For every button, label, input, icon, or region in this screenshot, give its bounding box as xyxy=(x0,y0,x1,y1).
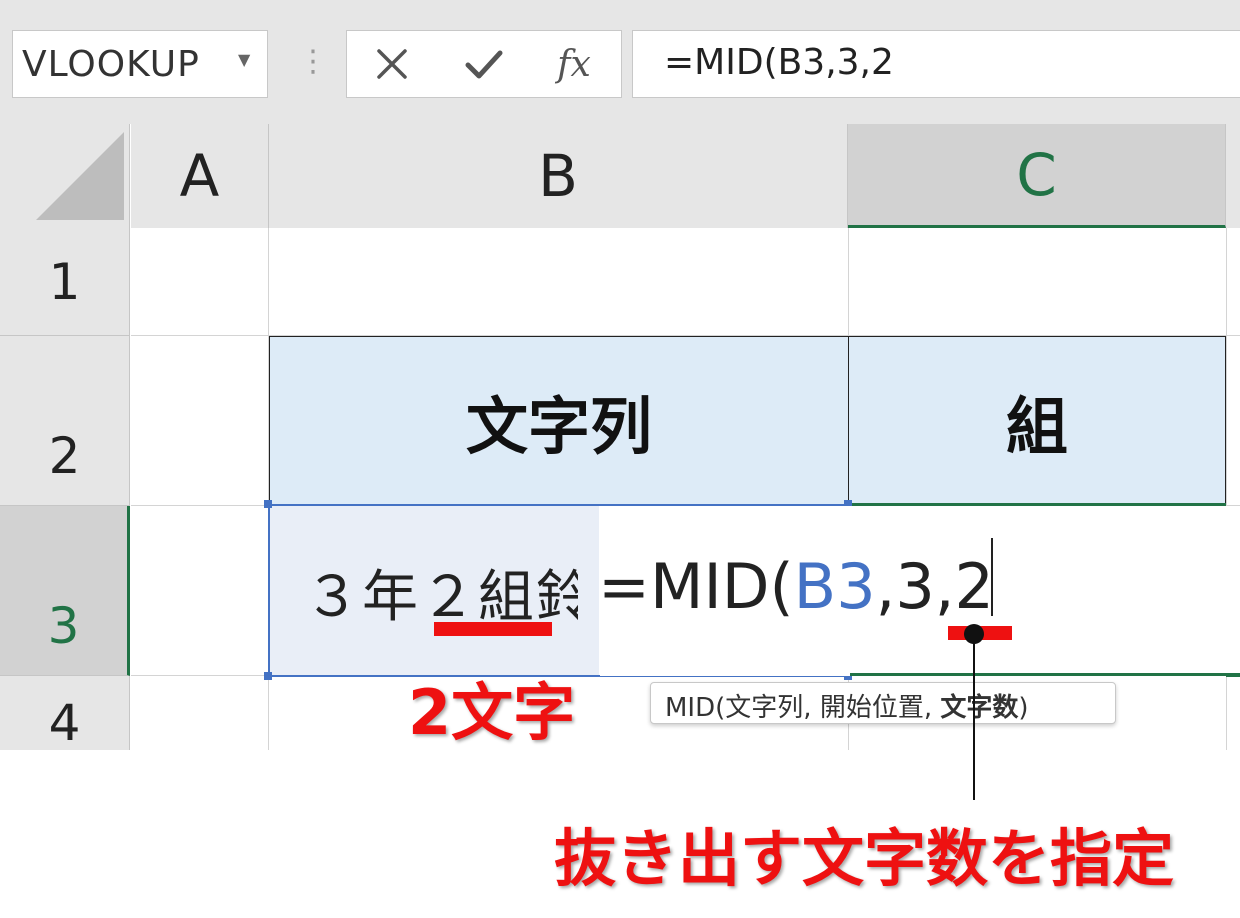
tooltip-func: MID( xyxy=(665,693,726,723)
column-header-c[interactable]: C xyxy=(848,124,1226,228)
row-header-1[interactable]: 1 xyxy=(0,228,130,336)
function-tooltip: MID(文字列, 開始位置, 文字数) xyxy=(650,682,1116,724)
cell-c2[interactable]: 組 xyxy=(848,336,1226,505)
fx-icon: fx xyxy=(557,43,591,85)
grip-icon: ⋮ xyxy=(298,44,328,79)
edit-func: =MID( xyxy=(598,550,794,623)
cell-b3-overflow: 鈴 xyxy=(536,565,578,630)
tooltip-arg3[interactable]: 文字数 xyxy=(940,693,1018,723)
chevron-down-icon[interactable]: ▼ xyxy=(238,50,250,69)
formula-text: =MID(B3,3,2 xyxy=(664,42,894,83)
column-header-b[interactable]: B xyxy=(269,124,848,228)
select-all-triangle-icon xyxy=(36,132,124,220)
range-handle[interactable] xyxy=(264,500,272,508)
close-icon xyxy=(377,49,407,79)
cancel-button[interactable] xyxy=(364,38,420,90)
tooltip-arg1[interactable]: 文字列 xyxy=(725,693,803,723)
edit-ref: B3 xyxy=(793,550,876,623)
column-header-next xyxy=(1226,124,1240,228)
annotation-callout: 抜き出す文字数を指定 xyxy=(554,822,1175,895)
tooltip-sep: , xyxy=(803,693,820,723)
row-header-3[interactable]: 3 xyxy=(0,506,130,676)
annotation-two-chars: 2文字 xyxy=(408,676,576,749)
enter-button[interactable] xyxy=(456,38,512,90)
insert-function-button[interactable]: fx xyxy=(546,38,602,90)
name-box-value: VLOOKUP xyxy=(22,44,200,85)
tooltip-sep: , xyxy=(923,693,941,723)
underline-marker xyxy=(434,622,552,636)
select-all-corner[interactable] xyxy=(0,124,130,228)
edit-args: ,3,2 xyxy=(875,550,994,623)
cell-b3-value: ３年２組鈴 xyxy=(304,552,578,633)
range-handle[interactable] xyxy=(264,672,272,680)
edit-formula: =MID(B3,3,2 xyxy=(598,550,994,623)
check-icon xyxy=(465,50,503,79)
callout-line xyxy=(973,640,975,800)
cell-b2[interactable]: 文字列 xyxy=(269,336,848,505)
column-header-a[interactable]: A xyxy=(131,124,269,228)
row-header-2[interactable]: 2 xyxy=(0,336,130,506)
row-header-4[interactable]: 4 xyxy=(0,676,130,752)
tooltip-close: ) xyxy=(1018,693,1029,723)
active-cell-border xyxy=(850,673,1226,676)
cell-b3-text: ３年２組 xyxy=(304,565,536,630)
tooltip-arg2[interactable]: 開始位置 xyxy=(820,693,924,723)
active-cell-border xyxy=(1226,673,1240,677)
text-cursor xyxy=(991,538,993,616)
